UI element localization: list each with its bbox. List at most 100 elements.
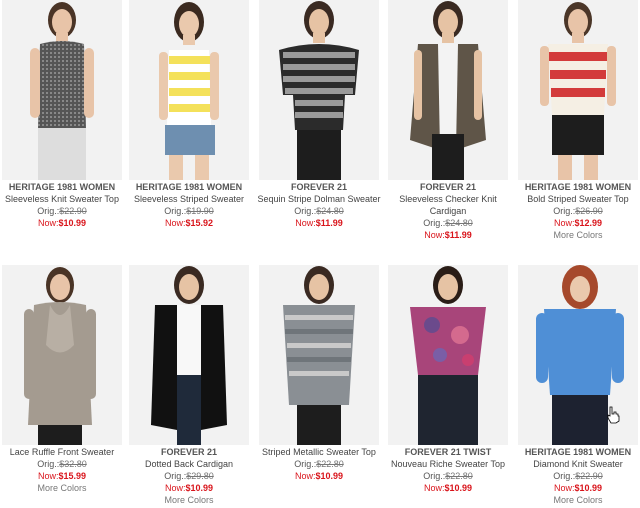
now-label: Now:: [553, 218, 575, 228]
product-orig-price-row: Orig.:$24.80: [386, 217, 510, 229]
product-name[interactable]: Sleeveless Checker Knit Cardigan: [386, 193, 510, 217]
product-brand[interactable]: FOREVER 21: [127, 446, 251, 458]
product-brand[interactable]: HERITAGE 1981 WOMEN: [0, 181, 124, 193]
product-name[interactable]: Dotted Back Cardigan: [127, 458, 251, 470]
now-label: Now:: [295, 218, 316, 228]
product-card[interactable]: HERITAGE 1981 WOMEN Sleeveless Knit Swea…: [0, 0, 124, 229]
now-label: Now:: [424, 230, 445, 240]
product-card[interactable]: HERITAGE 1981 WOMEN Sleeveless Striped S…: [127, 0, 251, 229]
model-figure-icon: [24, 267, 96, 445]
product-name[interactable]: Striped Metallic Sweater Top: [257, 446, 381, 458]
product-name[interactable]: Sequin Stripe Dolman Sweater: [257, 193, 381, 205]
model-figure-icon: [151, 266, 227, 445]
product-orig-price-row: Orig.:$26.90: [516, 205, 640, 217]
product-photo[interactable]: [518, 265, 638, 445]
product-orig-price-row: Orig.:$22.80: [257, 458, 381, 470]
now-price: $10.99: [185, 483, 214, 493]
product-brand[interactable]: HERITAGE 1981 WOMEN: [127, 181, 251, 193]
orig-price: $22.80: [316, 459, 344, 469]
product-photo[interactable]: [2, 0, 122, 180]
more-colors-link[interactable]: More Colors: [516, 229, 640, 241]
model-figure-icon: [540, 2, 616, 180]
now-price: $10.99: [444, 483, 473, 493]
product-orig-price-row: Orig.:$24.80: [257, 205, 381, 217]
orig-price: $19.90: [186, 206, 214, 216]
product-card[interactable]: FOREVER 21 TWIST Nouveau Riche Sweater T…: [386, 265, 510, 494]
product-card[interactable]: FOREVER 21 Dotted Back Cardigan Orig.:$2…: [127, 265, 251, 506]
product-now-price-row: Now:$10.99: [516, 482, 640, 494]
orig-price: $32.80: [59, 459, 87, 469]
product-name[interactable]: Nouveau Riche Sweater Top: [386, 458, 510, 470]
product-brand[interactable]: FOREVER 21: [257, 181, 381, 193]
now-label: Now:: [37, 218, 59, 228]
orig-label: Orig.:: [423, 218, 446, 228]
product-brand[interactable]: FOREVER 21: [386, 181, 510, 193]
product-now-price-row: Now:$10.99: [0, 217, 124, 229]
product-brand[interactable]: HERITAGE 1981 WOMEN: [516, 181, 640, 193]
product-now-price-row: Now:$15.99: [0, 470, 124, 482]
product-brand[interactable]: HERITAGE 1981 WOMEN: [516, 446, 640, 458]
product-photo[interactable]: [2, 265, 122, 445]
now-label: Now:: [294, 471, 316, 481]
orig-label: Orig.:: [37, 459, 60, 469]
product-now-price-row: Now:$11.99: [386, 229, 510, 241]
orig-price: $26.90: [575, 206, 603, 216]
orig-label: Orig.:: [164, 471, 187, 481]
model-figure-icon: [410, 1, 486, 180]
product-photo[interactable]: [129, 0, 249, 180]
now-price: $11.99: [444, 230, 472, 240]
now-label: Now:: [553, 483, 575, 493]
now-price: $10.99: [58, 218, 87, 228]
orig-price: $22.80: [445, 471, 473, 481]
more-colors-link[interactable]: More Colors: [0, 482, 124, 494]
orig-label: Orig.:: [553, 471, 576, 481]
orig-label: Orig.:: [553, 206, 576, 216]
product-orig-price-row: Orig.:$22.90: [0, 205, 124, 217]
orig-label: Orig.:: [37, 206, 60, 216]
product-name[interactable]: Sleeveless Striped Sweater: [127, 193, 251, 205]
now-price: $15.92: [185, 218, 214, 228]
model-figure-icon: [536, 265, 624, 445]
product-card[interactable]: HERITAGE 1981 WOMEN Bold Striped Sweater…: [516, 0, 640, 241]
model-figure-icon: [159, 2, 219, 180]
product-card[interactable]: Lace Ruffle Front Sweater Orig.:$32.80 N…: [0, 265, 124, 494]
orig-label: Orig.:: [294, 459, 317, 469]
product-orig-price-row: Orig.:$19.90: [127, 205, 251, 217]
orig-price: $24.80: [445, 218, 473, 228]
orig-price: $22.90: [575, 471, 603, 481]
product-now-price-row: Now:$10.99: [386, 482, 510, 494]
now-price: $10.99: [574, 483, 603, 493]
now-price: $10.99: [315, 471, 344, 481]
product-card[interactable]: Striped Metallic Sweater Top Orig.:$22.8…: [257, 265, 381, 482]
orig-label: Orig.:: [294, 206, 317, 216]
now-label: Now:: [164, 218, 186, 228]
product-card[interactable]: FOREVER 21 Sequin Stripe Dolman Sweater …: [257, 0, 381, 229]
orig-price: $24.80: [316, 206, 344, 216]
product-photo[interactable]: [259, 0, 379, 180]
now-label: Now:: [37, 471, 59, 481]
product-name[interactable]: Bold Striped Sweater Top: [516, 193, 640, 205]
product-photo[interactable]: [129, 265, 249, 445]
product-orig-price-row: Orig.:$32.80: [0, 458, 124, 470]
now-price: $12.99: [574, 218, 603, 228]
now-price: $15.99: [58, 471, 87, 481]
product-card[interactable]: FOREVER 21 Sleeveless Checker Knit Cardi…: [386, 0, 510, 241]
now-label: Now:: [164, 483, 186, 493]
model-figure-icon: [283, 266, 355, 445]
product-photo[interactable]: [388, 265, 508, 445]
hand-pointer-cursor-icon: [607, 406, 620, 424]
model-figure-icon: [279, 1, 359, 180]
more-colors-link[interactable]: More Colors: [516, 494, 640, 506]
orig-label: Orig.:: [423, 471, 446, 481]
now-label: Now:: [423, 483, 445, 493]
product-name[interactable]: Diamond Knit Sweater: [516, 458, 640, 470]
product-name[interactable]: Lace Ruffle Front Sweater: [0, 446, 124, 458]
product-photo[interactable]: [259, 265, 379, 445]
product-card[interactable]: HERITAGE 1981 WOMEN Diamond Knit Sweater…: [516, 265, 640, 506]
more-colors-link[interactable]: More Colors: [127, 494, 251, 506]
product-brand[interactable]: FOREVER 21 TWIST: [386, 446, 510, 458]
product-name[interactable]: Sleeveless Knit Sweater Top: [0, 193, 124, 205]
product-photo[interactable]: [388, 0, 508, 180]
product-orig-price-row: Orig.:$22.80: [386, 470, 510, 482]
product-photo[interactable]: [518, 0, 638, 180]
